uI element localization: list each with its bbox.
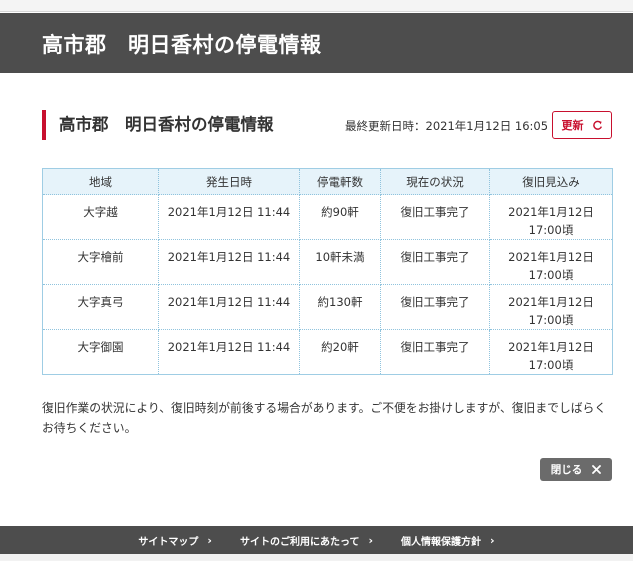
eta-date: 2021年1月12日 — [508, 250, 594, 264]
eta-cell: 2021年1月12日 17:00頃 — [489, 284, 613, 330]
eta-cell: 2021年1月12日 17:00頃 — [489, 329, 613, 375]
eta-date: 2021年1月12日 — [508, 205, 594, 219]
footer-nav: サイトマップ › サイトのご利用にあたって › 個人情報保護方針 › — [0, 526, 633, 554]
eta-cell: 2021年1月12日 17:00頃 — [489, 194, 613, 240]
count-cell: 約20軒 — [299, 329, 381, 375]
status-cell: 復旧工事完了 — [380, 239, 490, 285]
footer-link-label: 個人情報保護方針 — [401, 536, 482, 548]
table-row: 大字越 2021年1月12日 11:44 約90軒 復旧工事完了 2021年1月… — [42, 194, 613, 240]
footer-link-privacy[interactable]: 個人情報保護方針 › — [401, 533, 495, 548]
outage-table: 地域 発生日時 停電軒数 現在の状況 復旧見込み 大字越 2021年1月12日 … — [42, 168, 613, 375]
last-updated: 最終更新日時：2021年1月12日 16:05 — [345, 118, 548, 134]
eta-time: 17:00頃 — [528, 313, 574, 327]
occurred-cell: 2021年1月12日 11:44 — [158, 239, 300, 285]
count-cell: 約130軒 — [299, 284, 381, 330]
section-title: 高市郡 明日香村の停電情報 — [42, 110, 274, 140]
chevron-right-icon: › — [490, 533, 495, 547]
column-header-status: 現在の状況 — [380, 168, 490, 195]
eta-time: 17:00頃 — [528, 268, 574, 282]
status-cell: 復旧工事完了 — [380, 194, 490, 240]
column-header-count: 停電軒数 — [299, 168, 381, 195]
occurred-cell: 2021年1月12日 11:44 — [158, 329, 300, 375]
table-header-row: 地域 発生日時 停電軒数 現在の状況 復旧見込み — [42, 168, 613, 195]
page-header: 高市郡 明日香村の停電情報 — [0, 13, 633, 73]
page-title: 高市郡 明日香村の停電情報 — [42, 33, 322, 57]
footer-link-terms[interactable]: サイトのご利用にあたって › — [240, 533, 373, 548]
eta-date: 2021年1月12日 — [508, 340, 594, 354]
close-button-label: 閉じる — [550, 464, 583, 476]
column-header-eta: 復旧見込み — [489, 168, 613, 195]
refresh-button[interactable]: 更新 — [552, 111, 612, 139]
close-button[interactable]: 閉じる — [540, 458, 612, 481]
count-cell: 10軒未満 — [299, 239, 381, 285]
area-cell: 大字檜前 — [42, 239, 159, 285]
browser-edge — [0, 0, 633, 12]
area-cell: 大字越 — [42, 194, 159, 240]
status-cell: 復旧工事完了 — [380, 329, 490, 375]
restoration-notice: 復旧作業の状況により、復旧時刻が前後する場合があります。ご不便をお掛けしますが、… — [42, 401, 607, 435]
footer-link-label: サイトマップ — [138, 536, 199, 548]
eta-time: 17:00頃 — [528, 223, 574, 237]
area-cell: 大字真弓 — [42, 284, 159, 330]
status-cell: 復旧工事完了 — [380, 284, 490, 330]
table-row: 大字檜前 2021年1月12日 11:44 10軒未満 復旧工事完了 2021年… — [42, 239, 613, 285]
occurred-cell: 2021年1月12日 11:44 — [158, 194, 300, 240]
column-header-occurred: 発生日時 — [158, 168, 300, 195]
chevron-right-icon: › — [207, 533, 212, 547]
table-row: 大字御園 2021年1月12日 11:44 約20軒 復旧工事完了 2021年1… — [42, 329, 613, 375]
refresh-button-label: 更新 — [561, 119, 584, 132]
table-row: 大字真弓 2021年1月12日 11:44 約130軒 復旧工事完了 2021年… — [42, 284, 613, 330]
area-cell: 大字御園 — [42, 329, 159, 375]
eta-time: 17:00頃 — [528, 358, 574, 372]
chevron-right-icon: › — [368, 533, 374, 547]
column-header-area: 地域 — [42, 168, 159, 195]
count-cell: 約90軒 — [299, 194, 381, 240]
eta-date: 2021年1月12日 — [508, 295, 594, 309]
footer-link-label: サイトのご利用にあたって — [239, 536, 360, 548]
last-updated-label: 最終更新日時： — [345, 119, 426, 133]
eta-cell: 2021年1月12日 17:00頃 — [489, 239, 613, 285]
close-icon — [592, 465, 602, 474]
last-updated-value: 2021年1月12日 16:05 — [425, 119, 549, 133]
bottom-strip — [0, 554, 633, 561]
footer-link-sitemap[interactable]: サイトマップ › — [138, 533, 212, 548]
occurred-cell: 2021年1月12日 11:44 — [158, 284, 300, 330]
refresh-icon — [592, 120, 602, 130]
